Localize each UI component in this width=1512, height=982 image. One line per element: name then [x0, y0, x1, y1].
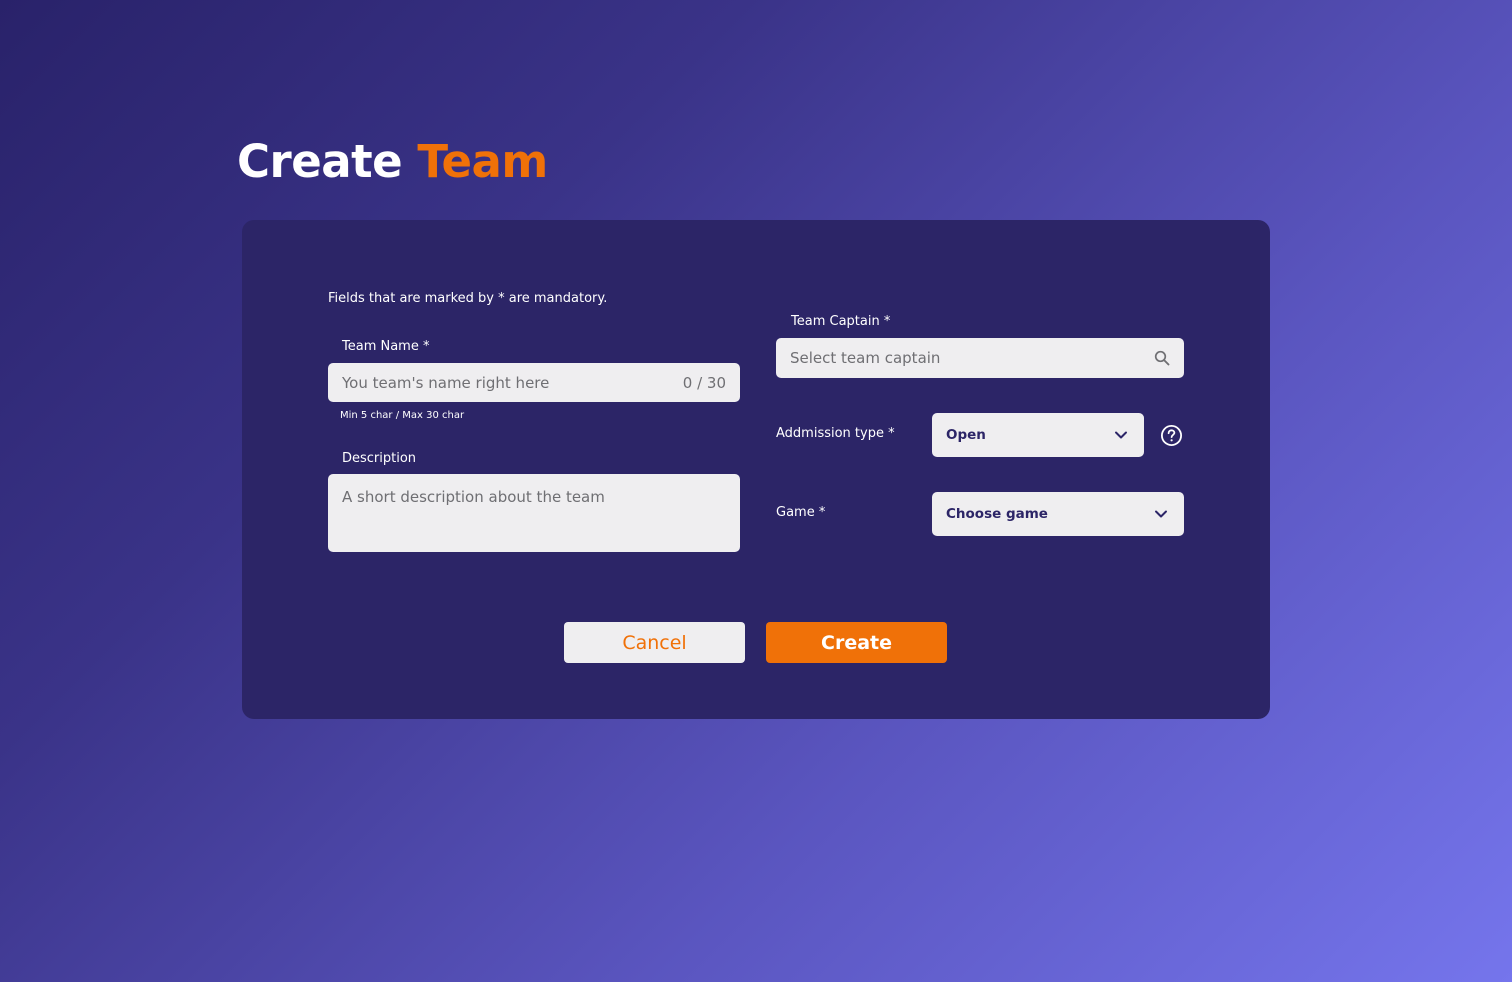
- team-captain-label: Team Captain *: [791, 314, 891, 329]
- create-button[interactable]: Create: [766, 622, 947, 663]
- page-title-accent: Team: [417, 135, 548, 188]
- team-name-hint: Min 5 char / Max 30 char: [340, 410, 465, 421]
- description-textarea[interactable]: A short description about the team: [328, 474, 740, 552]
- create-team-form-card: Fields that are marked by * are mandator…: [242, 220, 1270, 719]
- team-name-label: Team Name *: [342, 339, 430, 354]
- game-select[interactable]: Choose game: [932, 492, 1184, 536]
- page-title-main: Create: [237, 135, 403, 188]
- team-name-input[interactable]: You team's name right here 0 / 30: [328, 363, 740, 402]
- team-captain-search-input[interactable]: Select team captain: [776, 338, 1184, 378]
- description-label: Description: [342, 451, 417, 466]
- chevron-down-icon: [1114, 430, 1128, 440]
- admission-type-label: Addmission type *: [776, 426, 895, 441]
- page-title: Create Team: [237, 134, 548, 190]
- mandatory-note: Fields that are marked by * are mandator…: [328, 291, 608, 306]
- team-name-char-counter: 0 / 30: [682, 373, 726, 392]
- admission-type-select[interactable]: Open: [932, 413, 1144, 457]
- game-label: Game *: [776, 505, 826, 520]
- description-placeholder: A short description about the team: [342, 488, 605, 506]
- help-circle-icon[interactable]: [1160, 424, 1183, 447]
- team-captain-placeholder: Select team captain: [790, 349, 941, 367]
- search-icon[interactable]: [1154, 350, 1170, 366]
- chevron-down-icon: [1154, 509, 1168, 519]
- admission-type-value: Open: [946, 427, 986, 443]
- team-name-placeholder: You team's name right here: [342, 373, 550, 392]
- game-value: Choose game: [946, 506, 1048, 522]
- cancel-button[interactable]: Cancel: [564, 622, 745, 663]
